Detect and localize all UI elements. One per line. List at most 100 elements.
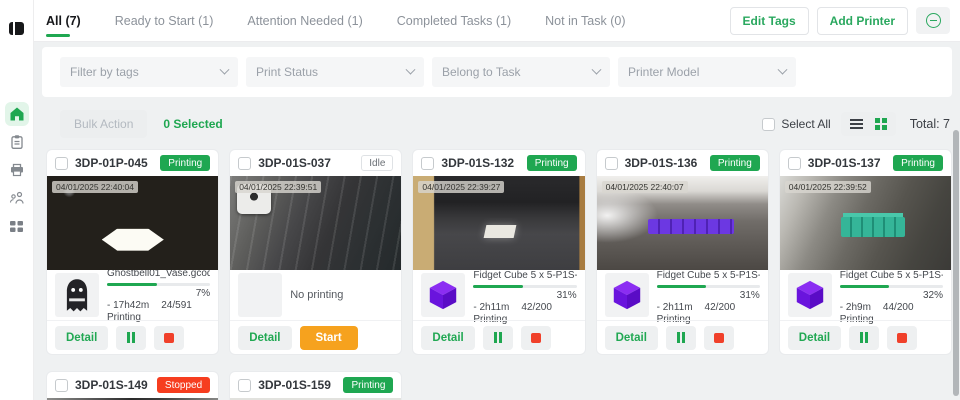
- detail-button[interactable]: Detail: [238, 325, 292, 350]
- pause-icon: [493, 332, 497, 343]
- dropdown-label: Printer Model: [628, 65, 700, 79]
- layer-count: 24/591: [161, 299, 192, 311]
- printer-name: 3DP-01P-045: [75, 156, 148, 170]
- circle-minus-icon: [925, 13, 941, 28]
- detail-button[interactable]: Detail: [604, 325, 658, 350]
- pause-button[interactable]: [116, 325, 147, 350]
- printer-checkbox[interactable]: [238, 378, 252, 392]
- vertical-scrollbar[interactable]: [953, 130, 959, 396]
- dropdown-label: Belong to Task: [442, 65, 521, 79]
- stop-button[interactable]: [703, 325, 734, 350]
- tab-all[interactable]: All (7): [46, 1, 81, 40]
- card-header: 3DP-01S-037 Idle: [230, 150, 401, 176]
- printer-icon: [10, 163, 23, 177]
- clipboard-icon: [10, 135, 23, 149]
- edit-tags-button[interactable]: Edit Tags: [729, 6, 809, 35]
- card-actions: Detail Start: [230, 320, 402, 354]
- sidebar-item-tasks[interactable]: [5, 130, 29, 154]
- pause-icon: [676, 332, 680, 343]
- card-actions: Detail: [413, 320, 585, 354]
- grid-view-icon[interactable]: [874, 118, 880, 123]
- printer-card: 3DP-01S-137 Printing 04/01/2025 22:39:52…: [778, 149, 952, 355]
- sidebar-item-home[interactable]: [4, 102, 29, 126]
- select-all-label: Select All: [781, 117, 831, 131]
- tab-completed-tasks[interactable]: Completed Tasks (1): [397, 1, 511, 40]
- print-status-dropdown[interactable]: Print Status: [246, 57, 424, 87]
- printer-grid: 3DP-01P-045 Printing 04/01/2025 22:40:04…: [46, 149, 952, 400]
- print-info: Fidget Cube 5 x 5-P1S-改.gcod... 32% - 2h…: [780, 270, 951, 325]
- stop-button[interactable]: [887, 325, 918, 350]
- status-badge: Printing: [160, 155, 211, 171]
- tab-ready-to-start[interactable]: Ready to Start (1): [115, 1, 214, 40]
- select-all-checkbox[interactable]: [762, 117, 776, 131]
- select-all-control[interactable]: Select All: [762, 117, 831, 131]
- stop-button[interactable]: [520, 325, 551, 350]
- progress-percent: 32%: [922, 289, 943, 301]
- printer-name: 3DP-01S-149: [75, 378, 148, 392]
- pause-button[interactable]: [665, 325, 696, 350]
- printer-dashboard: All (7) Ready to Start (1) Attention Nee…: [0, 0, 960, 400]
- camera-timestamp: 04/01/2025 22:39:52: [784, 181, 871, 193]
- pause-button[interactable]: [482, 325, 513, 350]
- printer-name: 3DP-01S-159: [258, 378, 331, 392]
- filter-by-tags-dropdown[interactable]: Filter by tags: [60, 57, 238, 87]
- printer-checkbox[interactable]: [787, 156, 801, 170]
- printer-checkbox[interactable]: [55, 378, 68, 392]
- stop-icon: [530, 332, 541, 343]
- printer-card: 3DP-01S-136 Printing 04/01/2025 22:40:07…: [595, 149, 769, 355]
- progress-bar: [473, 284, 577, 288]
- sidebar-item-users[interactable]: [5, 186, 29, 210]
- tab-not-in-task[interactable]: Not in Task (0): [545, 1, 625, 40]
- progress-bar: [107, 282, 211, 286]
- home-icon: [10, 107, 23, 121]
- printer-model-dropdown[interactable]: Printer Model: [618, 57, 796, 87]
- belong-to-task-dropdown[interactable]: Belong to Task: [432, 57, 610, 87]
- status-badge: Printing: [526, 155, 577, 171]
- sidebar-item-printers[interactable]: [5, 158, 29, 182]
- stop-icon: [713, 332, 724, 343]
- status-badge: Printing: [343, 377, 394, 393]
- pause-button[interactable]: [849, 325, 880, 350]
- ghost-model-icon: [66, 279, 88, 312]
- sidebar-item-apps[interactable]: [5, 214, 29, 238]
- print-progress-info: Ghostbell01_Vase.gcode.3mf 7% - 17h42m 2…: [107, 268, 211, 323]
- printer-checkbox[interactable]: [55, 156, 68, 170]
- print-progress-info: Fidget Cube 5 x 5-P1S-改.gcod... 31% - 2h…: [656, 266, 760, 325]
- total-count: Total: 7: [909, 117, 950, 131]
- stop-button[interactable]: [154, 325, 185, 350]
- camera-timestamp: 04/01/2025 22:39:27: [418, 181, 505, 193]
- tab-attention-needed[interactable]: Attention Needed (1): [247, 1, 362, 40]
- status-badge: Stopped: [156, 377, 211, 393]
- print-info: Ghostbell01_Vase.gcode.3mf 7% - 17h42m 2…: [47, 268, 218, 323]
- bulk-action-button[interactable]: Bulk Action: [60, 110, 148, 138]
- printer-checkbox[interactable]: [421, 156, 435, 170]
- printer-checkbox[interactable]: [238, 156, 252, 170]
- detail-button[interactable]: Detail: [55, 325, 109, 350]
- printer-card: 3DP-01S-132 Printing 04/01/2025 22:39:27…: [412, 149, 586, 355]
- progress-bar: [656, 284, 760, 288]
- add-printer-button[interactable]: Add Printer: [816, 6, 908, 35]
- printer-card: 3DP-01S-037 Idle 04/01/2025 22:39:51 No …: [229, 149, 403, 355]
- print-progress-info: Fidget Cube 5 x 5-P1S-改.gcod... 31% - 2h…: [473, 266, 577, 325]
- pause-icon: [860, 332, 864, 343]
- time-remaining: - 2h11m: [656, 301, 693, 313]
- cube-model-icon: [430, 280, 457, 310]
- status-badge: Printing: [893, 155, 943, 171]
- chevron-down-icon: [405, 64, 416, 75]
- printer-checkbox[interactable]: [604, 156, 618, 170]
- list-view-icon[interactable]: [849, 119, 863, 121]
- card-header: 3DP-01S-159 Printing: [230, 372, 401, 398]
- card-actions: Detail: [779, 320, 951, 354]
- card-header: 3DP-01S-136 Printing: [597, 150, 768, 176]
- start-button[interactable]: Start: [299, 325, 358, 350]
- camera-timestamp: 04/01/2025 22:40:04: [52, 181, 138, 193]
- camera-timestamp: 04/01/2025 22:39:51: [235, 181, 322, 193]
- collapse-section-button[interactable]: [916, 7, 950, 34]
- detail-button[interactable]: Detail: [787, 325, 842, 350]
- camera-feed: 04/01/2025 22:39:52: [779, 176, 951, 270]
- panel-collapse-icon[interactable]: [5, 16, 29, 40]
- model-thumbnail: [238, 273, 283, 317]
- stop-icon: [897, 332, 908, 343]
- detail-button[interactable]: Detail: [421, 325, 475, 350]
- selected-count: 0 Selected: [163, 117, 223, 131]
